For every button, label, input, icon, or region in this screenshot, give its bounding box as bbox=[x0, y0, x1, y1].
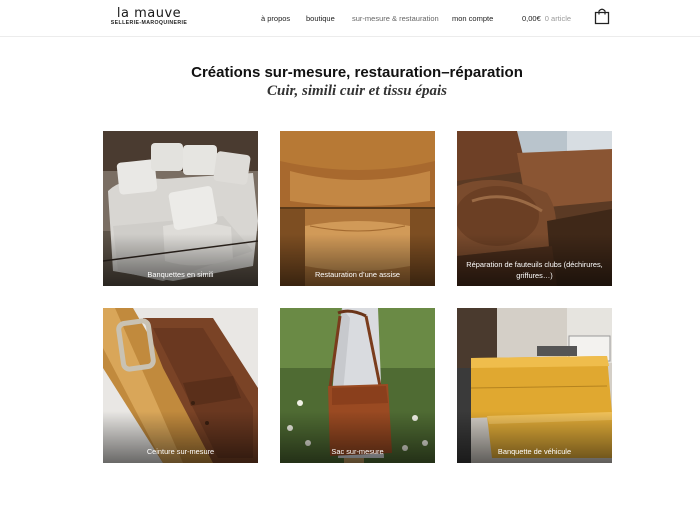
tile-ceinture[interactable]: Ceinture sur-mesure bbox=[103, 308, 258, 463]
shopping-bag-icon[interactable] bbox=[594, 7, 610, 25]
logo[interactable]: la mauve SELLERIE-MAROQUINERIE bbox=[109, 7, 189, 26]
tile-fauteuils-clubs[interactable]: Réparation de fauteuils clubs (déchirure… bbox=[457, 131, 612, 286]
tile-caption: Sac sur-mesure bbox=[331, 447, 384, 456]
nav-item-boutique[interactable]: boutique bbox=[306, 14, 335, 23]
tile-sac[interactable]: Sac sur-mesure bbox=[280, 308, 435, 463]
cart-summary[interactable]: 0,00€ 0 article bbox=[522, 14, 571, 23]
page-title: Créations sur-mesure, restauration–répar… bbox=[191, 64, 523, 81]
tile-banquettes[interactable]: Banquettes en simili bbox=[103, 131, 258, 286]
tile-caption: Réparation de fauteuils clubs (déchirure… bbox=[466, 260, 603, 280]
nav-item-sur-mesure[interactable]: sur-mesure & restauration bbox=[352, 14, 439, 23]
tile-caption: Restauration d’une assise bbox=[314, 270, 401, 279]
cart-total: 0,00€ bbox=[522, 14, 541, 23]
tile-caption: Banquette de véhicule bbox=[497, 447, 572, 456]
tile-banquette-vehicule[interactable]: Banquette de véhicule bbox=[457, 308, 612, 463]
site-header: la mauve SELLERIE-MAROQUINERIE à propos … bbox=[0, 0, 700, 37]
page-subtitle: Cuir, simili cuir et tissu épais bbox=[266, 83, 448, 99]
nav-item-a-propos[interactable]: à propos bbox=[261, 14, 290, 23]
tile-restauration[interactable]: Restauration d’une assise bbox=[280, 131, 435, 286]
logo-name: la mauve bbox=[116, 6, 182, 21]
tile-caption: Banquettes en simili bbox=[147, 270, 214, 279]
logo-tagline: SELLERIE-MAROQUINERIE bbox=[110, 20, 188, 26]
tile-caption: Ceinture sur-mesure bbox=[146, 447, 215, 456]
cart-count: 0 article bbox=[544, 14, 572, 23]
nav-item-mon-compte[interactable]: mon compte bbox=[452, 14, 493, 23]
